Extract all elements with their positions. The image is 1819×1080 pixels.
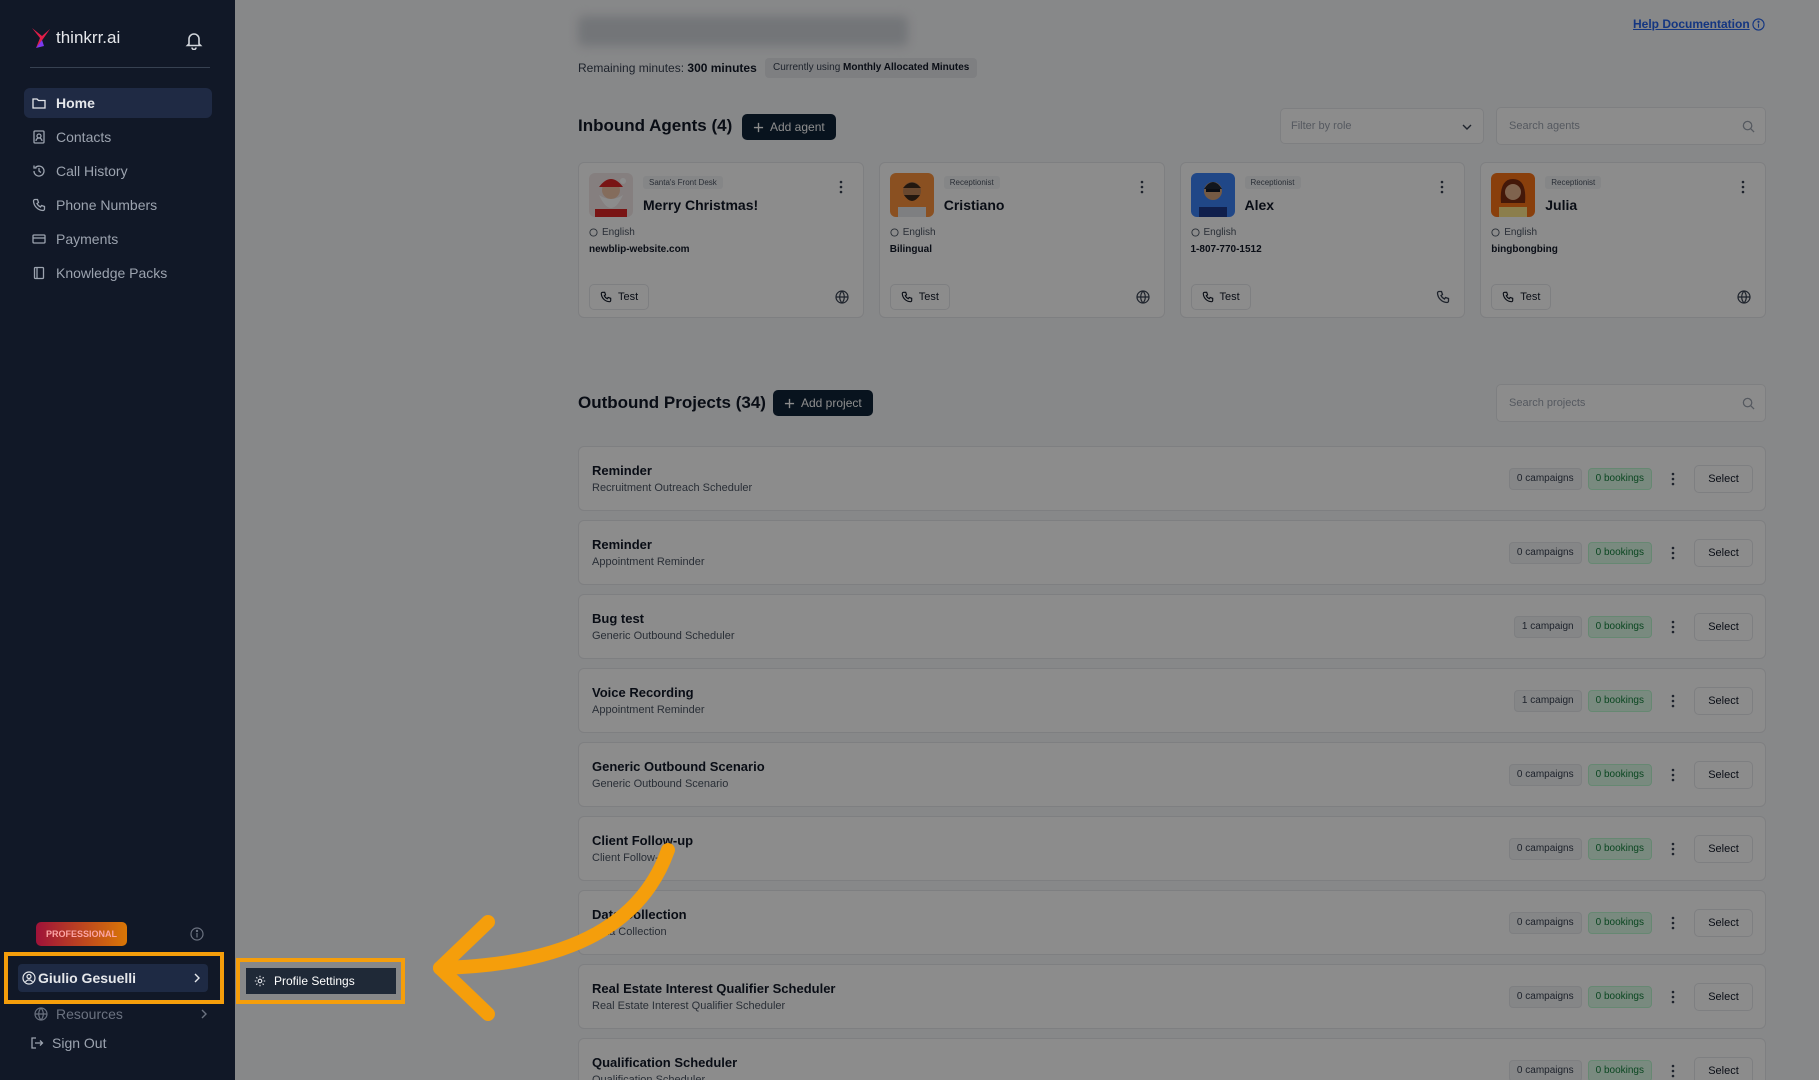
annotation-arrow: [433, 843, 675, 1021]
